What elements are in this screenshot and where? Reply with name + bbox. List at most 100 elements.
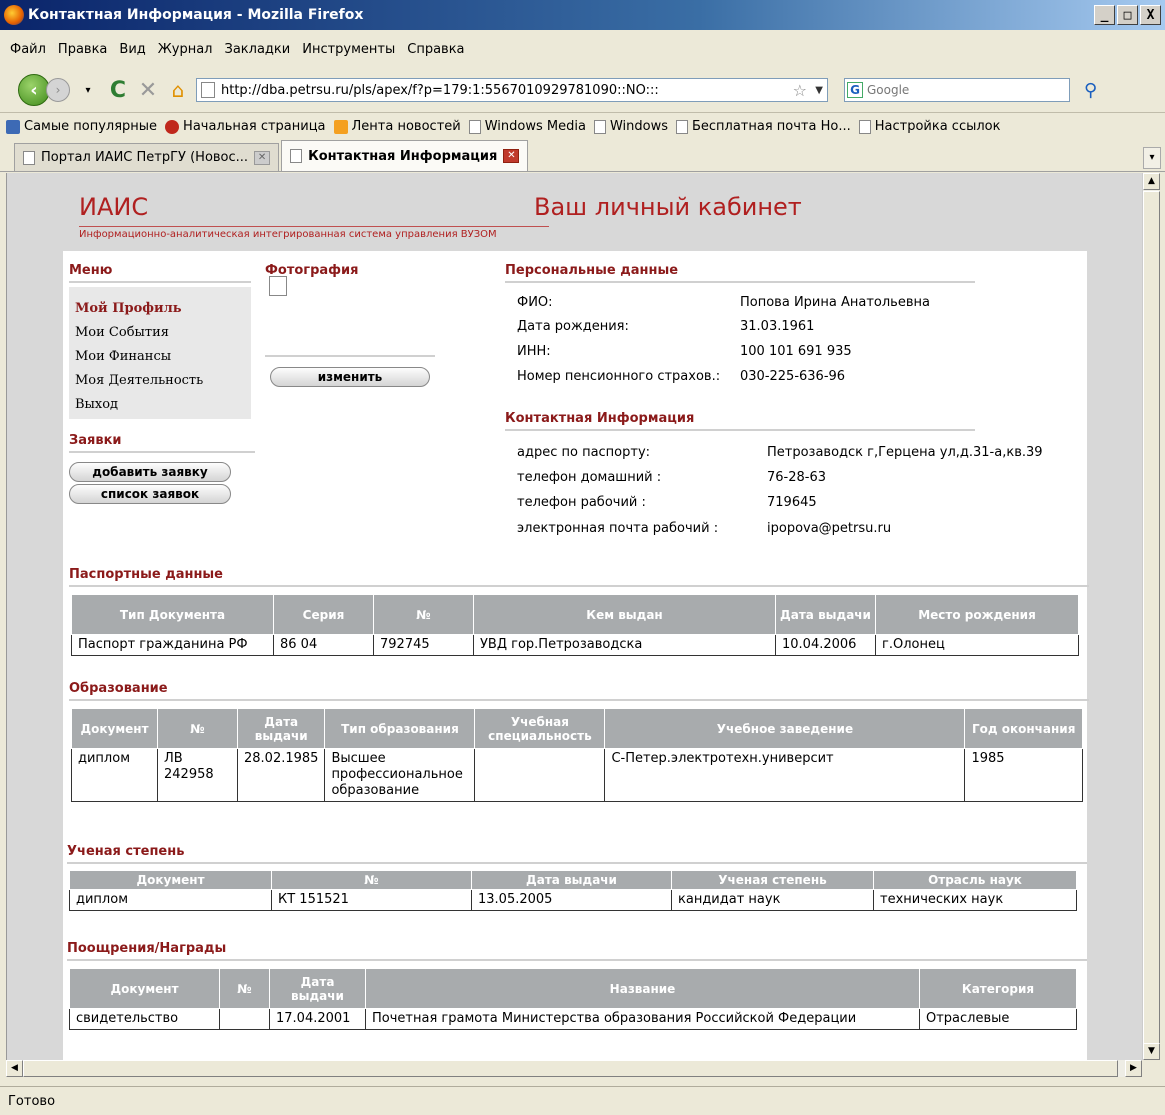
scroll-down-icon[interactable]: ▼ — [1143, 1043, 1160, 1060]
scroll-up-icon[interactable]: ▲ — [1143, 173, 1160, 190]
tab-list-icon[interactable]: ▾ — [1143, 147, 1161, 169]
table-cell: технических наук — [873, 889, 1077, 911]
table-cell: свидетельство — [69, 1008, 220, 1030]
column-header: Тип образования — [324, 708, 476, 749]
scroll-thumb[interactable] — [1143, 191, 1160, 1051]
horizontal-scrollbar[interactable]: ◀ ▶ — [6, 1060, 1142, 1077]
forward-button[interactable]: › — [46, 78, 70, 102]
bookmark-start-page[interactable]: Начальная страница — [165, 119, 326, 134]
tab-portal[interactable]: Портал ИАИС ПетрГУ (Новос... ✕ — [14, 143, 280, 171]
education-table: Документ № Дата выдачи Тип образования У… — [71, 708, 1083, 802]
bookmark-label: Windows — [609, 119, 668, 134]
table-cell: 10.04.2006 — [775, 634, 876, 656]
reload-icon[interactable]: C — [106, 78, 130, 103]
column-header: Дата выдачи — [775, 594, 876, 635]
menu-view[interactable]: Вид — [113, 30, 151, 70]
search-box[interactable]: G Google — [844, 78, 1070, 102]
vertical-scrollbar[interactable]: ▲ ▼ — [1142, 173, 1160, 1060]
scroll-thumb-horizontal[interactable] — [23, 1060, 1118, 1077]
photo-divider — [265, 355, 435, 357]
page-icon — [201, 82, 215, 98]
menu-item-activity[interactable]: Моя Деятельность — [75, 369, 245, 393]
page: ИАИС Информационно-аналитическая интегри… — [7, 173, 1142, 1060]
table-cell: 792745 — [373, 634, 474, 656]
column-header: № — [157, 708, 238, 749]
scroll-left-icon[interactable]: ◀ — [6, 1060, 23, 1077]
awards-heading: Поощрения/Награды — [67, 941, 1087, 961]
bookmark-label: Бесплатная почта Но... — [691, 119, 851, 134]
history-dropdown-icon[interactable]: ▾ — [76, 85, 100, 96]
email-value[interactable]: ipopova@petrsu.ru — [767, 521, 891, 536]
scroll-right-icon[interactable]: ▶ — [1125, 1060, 1142, 1077]
contact-heading: Контактная Информация — [505, 411, 975, 431]
bookmark-customize-links[interactable]: Настройка ссылок — [858, 119, 1001, 134]
column-header: Кем выдан — [473, 594, 776, 635]
maximize-button[interactable]: □ — [1117, 5, 1138, 25]
tab-contact-info[interactable]: Контактная Информация ✕ — [281, 140, 529, 171]
table-cell: Паспорт гражданина РФ — [71, 634, 274, 656]
column-header: Место рождения — [875, 594, 1079, 635]
table-row: свидетельство 17.04.2001 Почетная грамот… — [69, 1008, 1077, 1030]
table-cell: диплом — [69, 889, 272, 911]
personal-label: Дата рождения: — [517, 319, 629, 334]
google-icon[interactable]: G — [847, 82, 863, 98]
bookmark-news-feed[interactable]: Лента новостей — [333, 119, 461, 134]
table-cell — [474, 748, 606, 802]
change-photo-button[interactable]: изменить — [270, 367, 430, 387]
menu-item-profile[interactable]: Мой Профиль — [75, 297, 245, 321]
menu-item-exit[interactable]: Выход — [75, 393, 245, 417]
column-header: Отрасль наук — [873, 870, 1077, 890]
menu-history[interactable]: Журнал — [152, 30, 219, 70]
tab-close-icon[interactable]: ✕ — [254, 150, 271, 165]
page-icon — [593, 119, 606, 134]
close-button[interactable]: X — [1140, 5, 1161, 25]
home-icon[interactable]: ⌂ — [166, 78, 190, 102]
add-request-button[interactable]: добавить заявку — [69, 462, 231, 482]
window-titlebar: Контактная Информация - Mozilla Firefox … — [0, 0, 1165, 30]
url-dropdown-icon[interactable]: ▼ — [815, 85, 823, 96]
minimize-button[interactable]: _ — [1094, 5, 1115, 25]
menu-edit[interactable]: Правка — [52, 30, 113, 70]
table-cell: г.Олонец — [875, 634, 1079, 656]
personal-label: ФИО: — [517, 295, 553, 310]
bookmark-free-mail[interactable]: Бесплатная почта Но... — [675, 119, 851, 134]
page-icon — [675, 119, 688, 134]
personal-heading: Персональные данные — [505, 263, 975, 283]
page-icon — [468, 119, 481, 134]
table-cell: кандидат наук — [671, 889, 874, 911]
column-header: Дата выдачи — [269, 968, 366, 1009]
url-bar[interactable]: http://dba.petrsu.ru/pls/apex/f?p=179:1:… — [196, 78, 828, 102]
menu-file[interactable]: Файл — [4, 30, 52, 70]
bookmark-label: Настройка ссылок — [874, 119, 1001, 134]
contact-label: электронная почта рабочий : — [517, 521, 719, 536]
bookmarks-toolbar: Самые популярные Начальная страница Лент… — [0, 112, 1165, 140]
table-cell: диплом — [71, 748, 158, 802]
request-list-button[interactable]: список заявок — [69, 484, 231, 504]
bookmark-star-icon[interactable]: ☆ — [793, 81, 807, 100]
education-heading: Образование — [69, 681, 1089, 701]
home-page-icon — [165, 119, 180, 134]
menu-tools[interactable]: Инструменты — [296, 30, 401, 70]
bookmark-windows[interactable]: Windows — [593, 119, 668, 134]
bookmark-label: Начальная страница — [183, 119, 326, 134]
menu-item-events[interactable]: Мои События — [75, 321, 245, 345]
menu-help[interactable]: Справка — [401, 30, 470, 70]
bookmark-windows-media[interactable]: Windows Media — [468, 119, 586, 134]
page-icon — [23, 150, 35, 165]
stop-icon[interactable]: ✕ — [136, 78, 160, 103]
requests-heading: Заявки — [69, 433, 255, 453]
menu-item-finances[interactable]: Мои Финансы — [75, 345, 245, 369]
tab-close-icon[interactable]: ✕ — [503, 149, 520, 163]
navigation-toolbar: ‹ › ▾ C ✕ ⌂ http://dba.petrsu.ru/pls/ape… — [0, 70, 1165, 110]
search-icon[interactable]: ⚲ — [1084, 80, 1097, 101]
column-header: Категория — [919, 968, 1077, 1009]
status-text: Готово — [8, 1093, 56, 1109]
url-text: http://dba.petrsu.ru/pls/apex/f?p=179:1:… — [221, 82, 659, 98]
menu-bookmarks[interactable]: Закладки — [219, 30, 297, 70]
contact-label: телефон рабочий : — [517, 495, 646, 510]
bookmark-popular[interactable]: Самые популярные — [6, 119, 157, 134]
menu-bar: Файл Правка Вид Журнал Закладки Инструме… — [0, 30, 1165, 70]
site-subtitle: Информационно-аналитическая интегрирован… — [79, 226, 549, 240]
personal-value: Попова Ирина Анатольевна — [740, 295, 930, 310]
column-header: Документ — [69, 870, 272, 890]
